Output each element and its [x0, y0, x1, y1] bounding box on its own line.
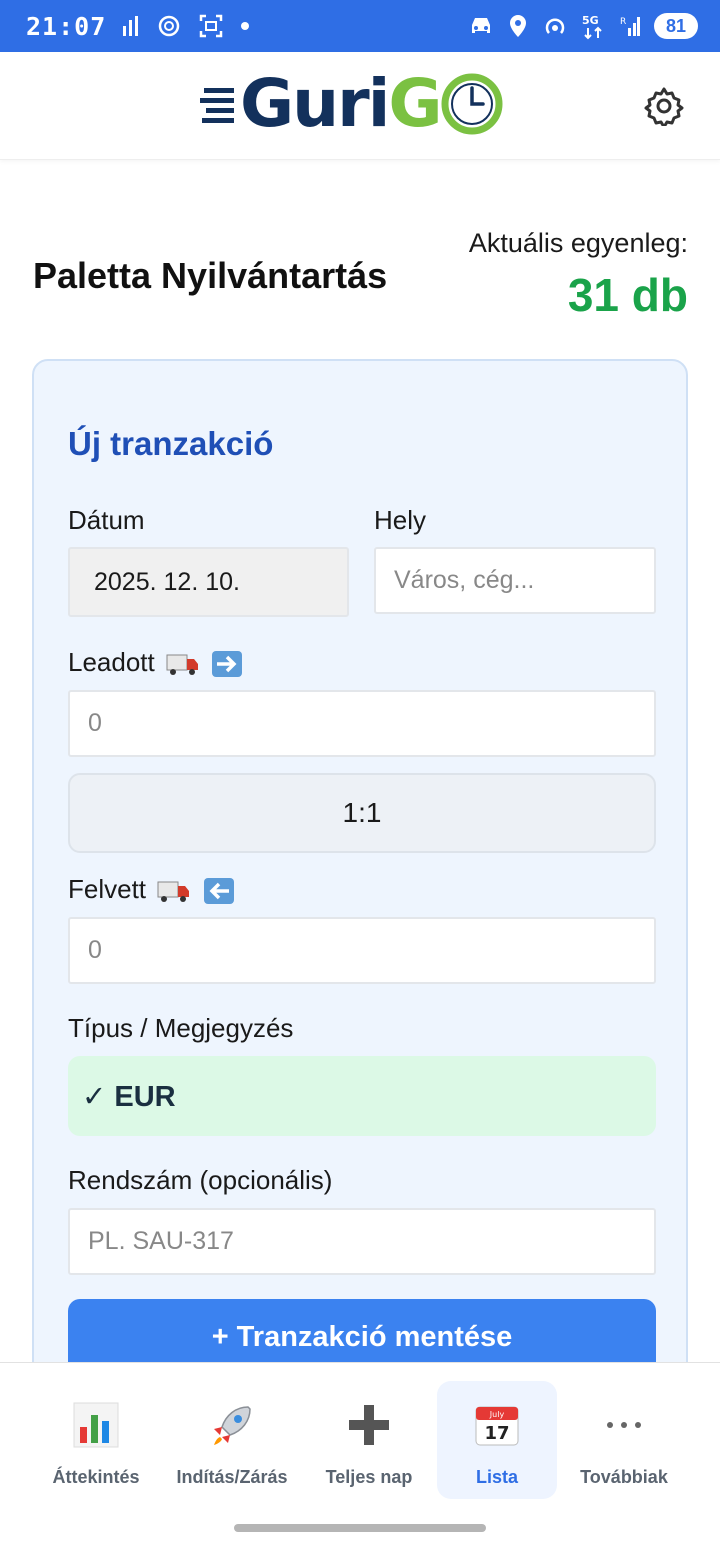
app-header: Guri G: [0, 52, 720, 160]
network-5g-icon: 5G: [582, 12, 606, 40]
given-input[interactable]: 0: [68, 690, 656, 757]
status-time: 21:07: [26, 11, 107, 41]
dot-icon: [240, 21, 250, 31]
type-selector[interactable]: ✓ EUR: [68, 1056, 656, 1136]
clock-icon: [441, 73, 503, 135]
ratio-display[interactable]: 1:1: [68, 773, 656, 853]
home-gesture-bar[interactable]: [234, 1524, 486, 1532]
hotspot-icon: [542, 13, 568, 39]
nav-label-full-day: Teljes nap: [325, 1467, 413, 1487]
place-input[interactable]: Város, cég...: [374, 547, 656, 614]
given-label: Leadott: [68, 647, 155, 677]
location-icon: [508, 14, 528, 38]
calendar-icon: July 17: [473, 1397, 521, 1453]
gurigo-logo: Guri G: [200, 64, 503, 144]
nav-label-list: Lista: [475, 1467, 518, 1487]
nav-item-overview[interactable]: Áttekintés: [36, 1381, 156, 1499]
type-label: Típus / Megjegyzés: [68, 1013, 294, 1043]
signal-bars-icon: [122, 14, 140, 38]
truck-icon: [157, 878, 191, 904]
plate-input[interactable]: PL. SAU-317: [68, 1208, 656, 1275]
signal-strength-icon: R: [620, 14, 640, 38]
nav-label-start-close: Indítás/Zárás: [176, 1467, 288, 1487]
rocket-icon: [208, 1397, 256, 1453]
nav-item-more[interactable]: Továbbiak: [564, 1381, 684, 1499]
svg-text:R: R: [620, 17, 626, 27]
new-transaction-card: Új tranzakció Dátum Hely 2025. 12. 10. V…: [32, 359, 688, 1459]
taken-input[interactable]: 0: [68, 917, 656, 984]
more-icon: [600, 1397, 648, 1453]
nav-item-list[interactable]: July 17 Lista: [437, 1381, 557, 1499]
logo-text-g: G: [388, 65, 442, 142]
speed-lines-icon: [200, 88, 234, 123]
nav-item-full-day[interactable]: Teljes nap: [309, 1381, 429, 1499]
settings-button[interactable]: [642, 84, 686, 128]
nav-label-more: Továbbiak: [580, 1467, 668, 1487]
openai-icon: [156, 13, 182, 39]
taken-label-row: Felvett: [68, 874, 235, 905]
truck-icon: [166, 651, 200, 677]
screenshot-icon: [198, 13, 224, 39]
battery-indicator: 81: [654, 13, 698, 39]
given-label-row: Leadott: [68, 647, 243, 678]
svg-text:5G: 5G: [582, 14, 599, 27]
taken-label: Felvett: [68, 874, 147, 904]
gear-icon: [644, 87, 684, 126]
bar-chart-icon: [72, 1397, 120, 1453]
page-title: Paletta Nyilvántartás: [33, 255, 388, 296]
bottom-nav: Áttekintés Indítás/Zárás Teljes nap July…: [0, 1362, 720, 1544]
balance-label: Aktuális egyenleg:: [468, 228, 688, 258]
logo-text-guri: Guri: [240, 65, 390, 142]
date-label: Dátum: [68, 505, 145, 535]
nav-label-overview: Áttekintés: [52, 1467, 140, 1487]
calendar-month: July: [489, 1410, 505, 1419]
plus-icon: [345, 1397, 393, 1453]
balance-value: 31 db: [567, 269, 688, 321]
car-icon: [468, 15, 494, 37]
calendar-day: 17: [484, 1423, 509, 1444]
place-label: Hely: [374, 505, 427, 535]
card-title: Új tranzakció: [68, 425, 274, 462]
plate-label: Rendszám (opcionális): [68, 1165, 333, 1195]
arrow-left-icon: [203, 877, 235, 905]
nav-item-start-close[interactable]: Indítás/Zárás: [172, 1381, 292, 1499]
date-field[interactable]: 2025. 12. 10.: [68, 547, 349, 617]
arrow-right-icon: [211, 650, 243, 678]
status-bar: 21:07 5G R 81: [0, 0, 720, 52]
